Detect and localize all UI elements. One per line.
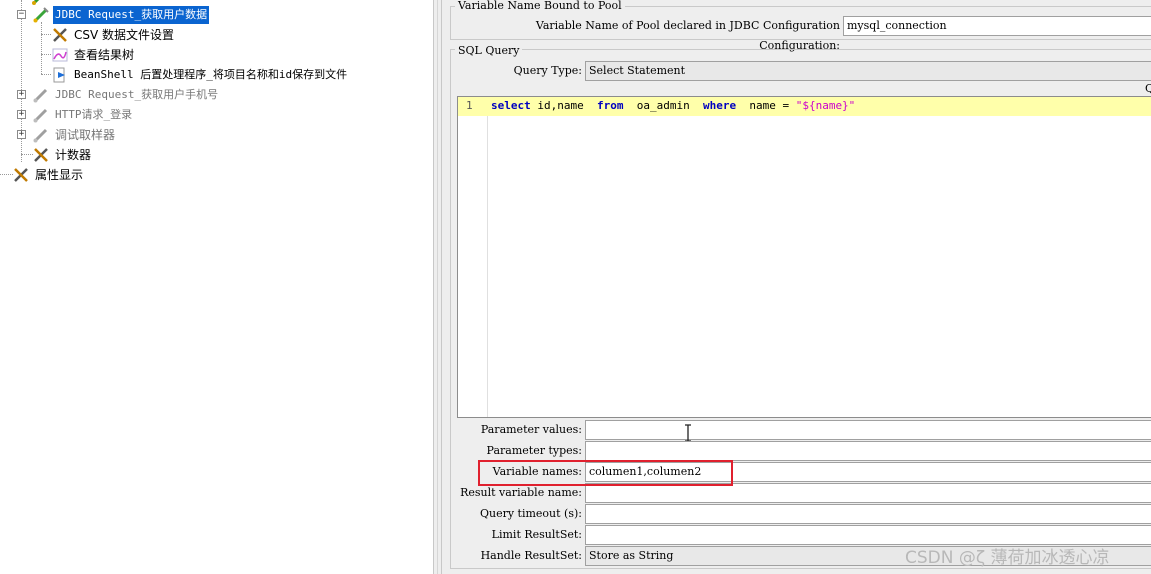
chart-listener-icon bbox=[51, 46, 69, 64]
tree-connector bbox=[41, 22, 42, 74]
tree-item-label: BeanShell 后置处理程序_将项目名称和id保存到文件 bbox=[74, 68, 348, 81]
tree-item-property-display[interactable]: 属性显示 bbox=[12, 165, 85, 185]
config-tools-icon bbox=[12, 166, 30, 184]
annotation-highlight-box bbox=[478, 460, 733, 486]
parameter-types-input[interactable] bbox=[585, 441, 1151, 461]
result-variable-name-input[interactable] bbox=[585, 483, 1151, 503]
tree-item-jdbc-request-users[interactable]: JDBC Request_获取用户数据 bbox=[32, 5, 210, 25]
pool-section-title: Variable Name Bound to Pool bbox=[455, 0, 625, 13]
result-variable-name-label: Result variable name: bbox=[460, 486, 582, 499]
handle-resultset-label: Handle ResultSet: bbox=[480, 549, 582, 562]
expand-toggle[interactable]: + bbox=[17, 110, 26, 119]
sql-keyword: select bbox=[491, 99, 531, 112]
tree-item-http-login[interactable]: HTTP请求_登录 bbox=[32, 105, 134, 125]
http-sampler-icon bbox=[32, 106, 50, 124]
sql-text: id,name bbox=[530, 99, 597, 112]
sql-editor[interactable]: 1 select id,name from oa_admin where nam… bbox=[457, 96, 1151, 418]
tree-connector bbox=[41, 34, 51, 35]
config-tools-icon bbox=[51, 26, 69, 44]
tree-item-beanshell-postprocessor[interactable]: BeanShell 后置处理程序_将项目名称和id保存到文件 bbox=[51, 65, 349, 85]
query-edge-glyph: Q bbox=[1145, 82, 1151, 95]
sql-keyword: from bbox=[596, 99, 624, 112]
jdbc-sampler-icon bbox=[32, 86, 50, 104]
sql-section-title: SQL Query bbox=[455, 44, 523, 58]
config-tools-icon bbox=[32, 146, 50, 164]
csdn-watermark: CSDN @ζ 薄荷加冰透心凉 bbox=[905, 548, 1110, 568]
tree-item-label: 计数器 bbox=[55, 148, 92, 162]
parameter-values-input[interactable] bbox=[585, 420, 1151, 440]
tree-item-label: HTTP请求_登录 bbox=[55, 108, 133, 121]
tree-item-label: 调试取样器 bbox=[55, 128, 116, 142]
sql-keyword: where bbox=[702, 99, 737, 112]
tree-item-debug-sampler[interactable]: 调试取样器 bbox=[32, 125, 117, 145]
line-number: 1 bbox=[466, 99, 473, 112]
debug-sampler-icon bbox=[32, 126, 50, 144]
line-number-gutter bbox=[458, 97, 488, 417]
tree-item-csv-data-set[interactable]: CSV 数据文件设置 bbox=[51, 25, 176, 45]
query-timeout-input[interactable] bbox=[585, 504, 1151, 524]
tree-item-label: JDBC Request_获取用户数据 bbox=[53, 6, 210, 24]
query-timeout-label: Query timeout (s): bbox=[479, 507, 582, 520]
tree-connector bbox=[41, 74, 51, 75]
tree-item-jdbc-request-phone[interactable]: JDBC Request_获取用户手机号 bbox=[32, 85, 220, 105]
tree-item-label: CSV 数据文件设置 bbox=[74, 28, 175, 42]
parameter-values-label: Parameter values: bbox=[480, 423, 582, 436]
query-type-label: Query Type: bbox=[513, 64, 582, 77]
parameter-types-label: Parameter types: bbox=[486, 444, 582, 457]
jdbc-sampler-icon bbox=[32, 6, 50, 24]
sql-string-literal: "${name}" bbox=[795, 99, 856, 112]
expand-toggle[interactable]: + bbox=[17, 90, 26, 99]
tree-item-view-results-tree[interactable]: 查看结果树 bbox=[51, 45, 136, 65]
tree-item-label: JDBC Request_获取用户手机号 bbox=[55, 88, 219, 101]
query-type-select[interactable]: Select Statement bbox=[585, 61, 1151, 81]
tree-item-counter[interactable]: 计数器 bbox=[32, 145, 93, 165]
collapse-toggle[interactable]: − bbox=[17, 10, 26, 19]
tree-item-label: 查看结果树 bbox=[74, 48, 135, 62]
sql-text: name = bbox=[736, 99, 796, 112]
tree-connector bbox=[41, 54, 51, 55]
sql-code-line: select id,name from oa_admin where name … bbox=[491, 99, 855, 112]
limit-resultset-label: Limit ResultSet: bbox=[491, 528, 582, 541]
sql-text: oa_admin bbox=[623, 99, 703, 112]
pool-name-input[interactable]: mysql_connection bbox=[843, 16, 1151, 36]
postprocessor-arrow-icon bbox=[51, 66, 69, 84]
expand-toggle[interactable]: + bbox=[17, 130, 26, 139]
tree-item-label: 属性显示 bbox=[35, 168, 84, 182]
limit-resultset-input[interactable] bbox=[585, 525, 1151, 545]
test-plan-tree[interactable]: − JDBC Request_获取用户数据 CSV 数据文件设置 查看结果树 B… bbox=[0, 0, 433, 574]
